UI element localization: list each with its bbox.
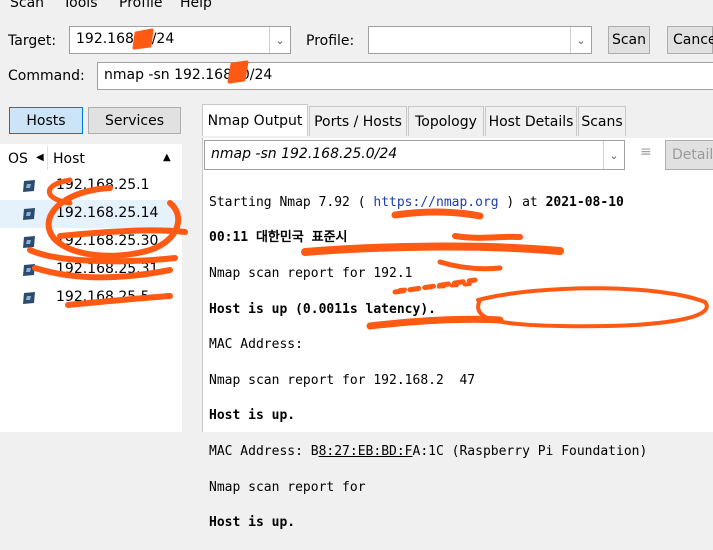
scribble-out-l5 <box>301 242 564 256</box>
scribble-circle-host <box>45 185 182 259</box>
scribble-out-l4 <box>452 233 523 241</box>
output-line: MAC Address: B8:27:EB:BD:FA:1C (Raspberr… <box>209 443 648 459</box>
scribble-command <box>227 60 249 84</box>
scribble-out-l9 <box>366 315 504 330</box>
output-line: Nmap scan report for <box>209 479 366 495</box>
redaction-scribbles <box>27 28 709 330</box>
scribble-out-l7 <box>392 277 478 295</box>
scribble-circle-mac <box>476 286 709 329</box>
scribble-out-l6 <box>437 259 503 272</box>
output-line: Host is up. <box>209 515 296 531</box>
scribble-target <box>132 28 154 50</box>
scribble-host-4 <box>32 265 173 281</box>
scribble-host-5 <box>65 293 173 308</box>
scribble-host-3 <box>57 227 188 239</box>
scribble-out-l3 <box>391 208 484 220</box>
